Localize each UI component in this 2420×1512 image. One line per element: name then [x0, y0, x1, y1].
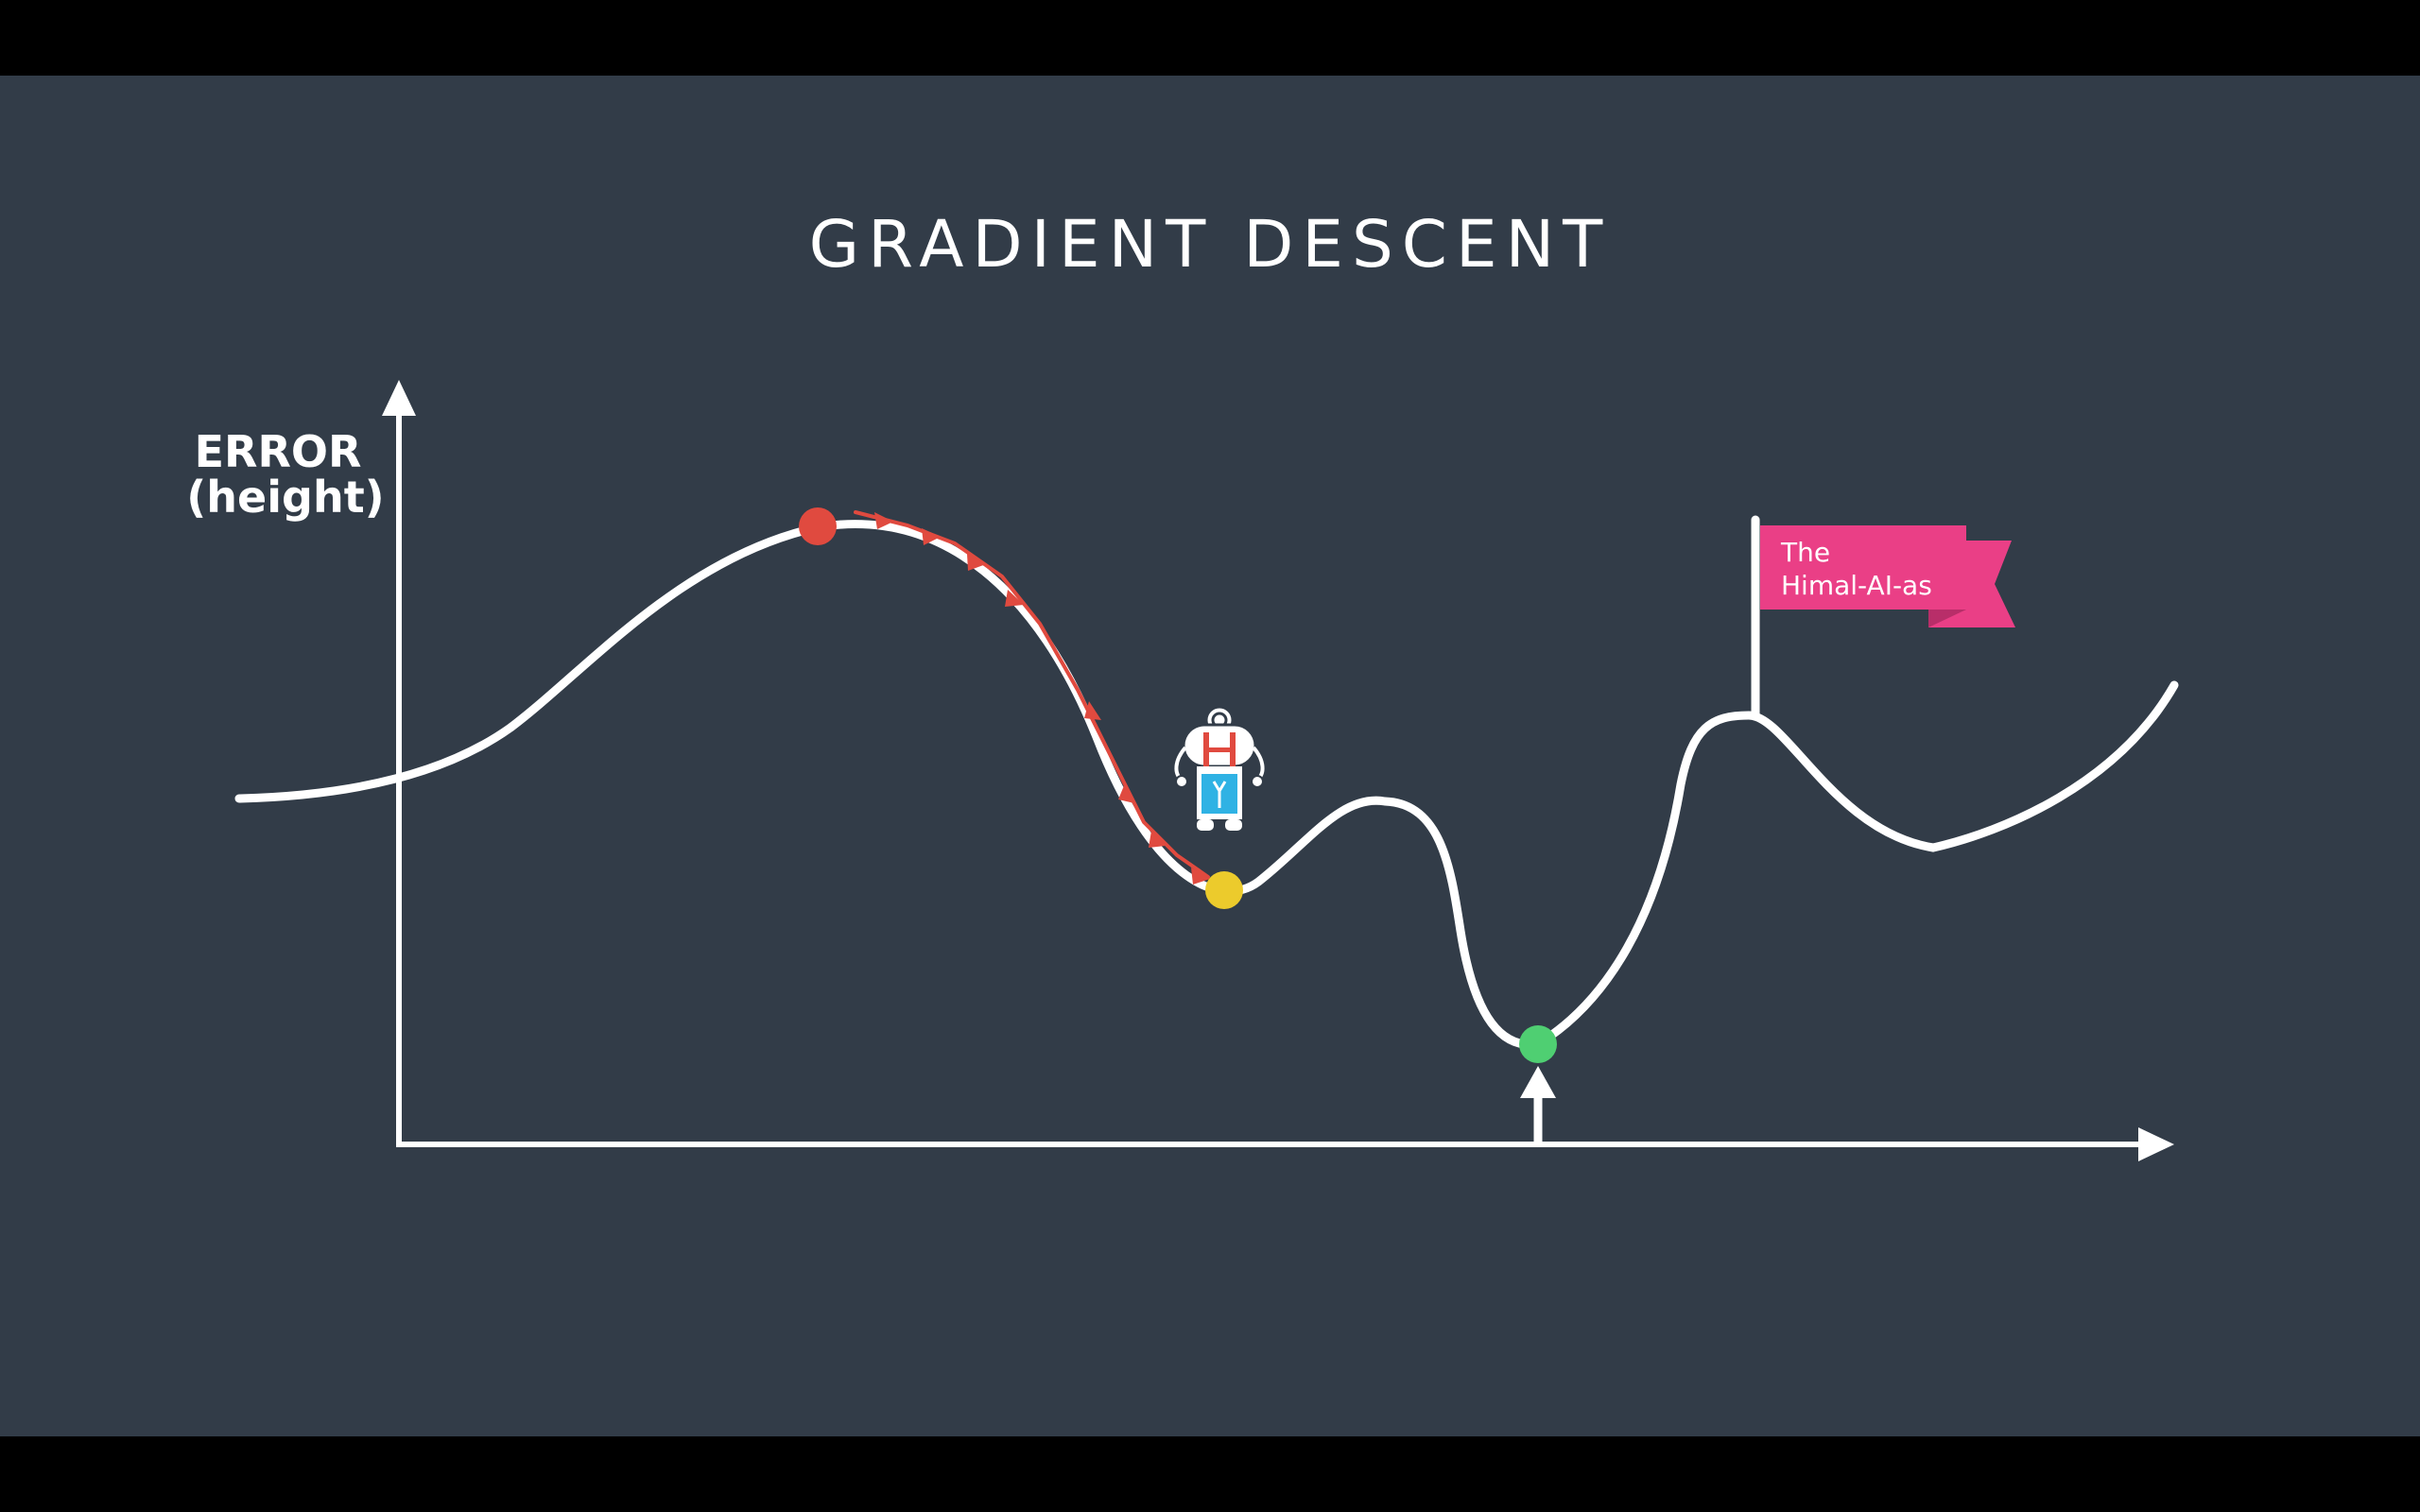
top-letterbox [0, 0, 2420, 76]
y-axis-label: ERROR (height) [186, 426, 384, 523]
start-point [799, 507, 837, 545]
astronaut-shoulders [1182, 723, 1257, 768]
bottom-letterbox [0, 1436, 2420, 1512]
astronaut-strap-bar [1208, 747, 1231, 752]
flag-label-line2: Himal-AI-as [1781, 570, 1932, 601]
flag-label-line1: The [1780, 537, 1830, 568]
astronaut-hand-left [1175, 775, 1188, 788]
y-axis-label-line1: ERROR [195, 426, 362, 477]
gradient-descent-slide: GRADIENT DESCENT ERROR (height) The Hima… [0, 0, 2420, 1512]
global-minimum-point [1519, 1025, 1557, 1063]
astronaut-hand-right [1251, 775, 1264, 788]
slide-title: GRADIENT DESCENT [809, 207, 1612, 283]
astronaut-foot-left [1197, 819, 1214, 831]
y-axis-label-line2: (height) [186, 472, 384, 523]
local-minimum-point [1205, 871, 1243, 909]
astronaut-foot-right [1225, 819, 1242, 831]
